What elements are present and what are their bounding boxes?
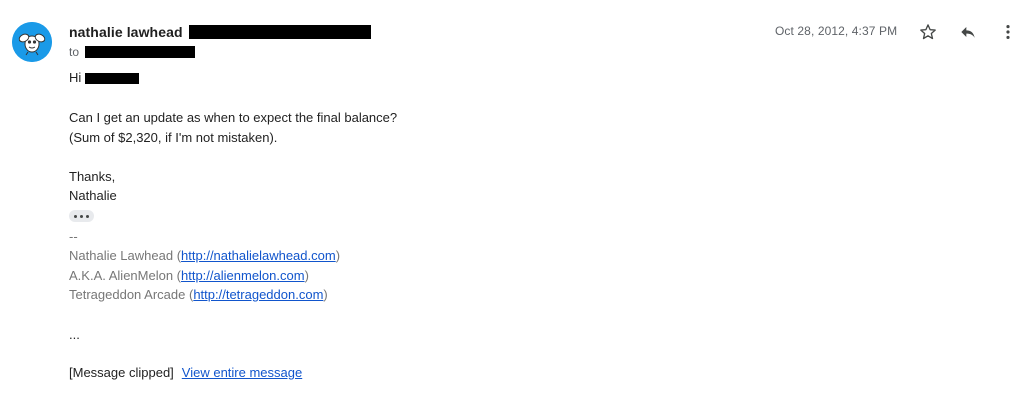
greeting: Hi [69, 70, 82, 85]
message-date: Oct 28, 2012, 4:37 PM [775, 24, 898, 38]
more-options-button[interactable] [996, 20, 1020, 44]
sender-name[interactable]: nathalie lawhead [69, 24, 183, 40]
signature-suffix: ) [323, 287, 328, 302]
signature-separator: -- [69, 229, 78, 244]
sender-line: nathalie lawhead [69, 23, 371, 41]
closing: Thanks, [69, 169, 116, 184]
reply-icon [961, 27, 975, 38]
redacted-recipient-name [85, 72, 140, 84]
email-message: nathalie lawhead to Oct 28, 2012, 4:37 P… [0, 0, 1032, 404]
body-line-1: Can I get an update as when to expect th… [69, 110, 398, 125]
view-entire-message-link[interactable]: View entire message [182, 365, 302, 380]
ellipsis-dot-icon [85, 214, 89, 218]
message-clipped-line: [Message clipped] View entire message [69, 365, 302, 381]
signature-line: A.K.A. AlienMelon (http://alienmelon.com… [69, 268, 309, 284]
signature-prefix: A.K.A. AlienMelon ( [69, 268, 181, 283]
trailing-ellipsis: ... [69, 327, 80, 342]
star-icon [920, 24, 936, 40]
ellipsis-dot-icon [74, 214, 78, 218]
signature-prefix: Nathalie Lawhead ( [69, 248, 182, 263]
signature-prefix: Tetrageddon Arcade ( [69, 287, 194, 302]
message-clipped-notice: [Message clipped] [69, 365, 174, 380]
redacted-sender-email [188, 25, 371, 39]
greeting-line: Hi [69, 70, 140, 86]
signature-suffix: ) [304, 268, 309, 283]
reply-button[interactable] [956, 20, 980, 44]
ellipsis-dot-icon [80, 214, 83, 218]
signature-link[interactable]: http://tetrageddon.com [193, 287, 323, 302]
more-vert-icon [1006, 25, 1010, 39]
avatar-creature-icon [12, 22, 52, 62]
recipient-line: to [69, 44, 196, 60]
signoff-name: Nathalie [69, 188, 117, 203]
sender-avatar[interactable] [12, 22, 52, 62]
body-line-2: (Sum of $2,320, if I'm not mistaken). [69, 130, 278, 145]
signature-link[interactable]: http://nathalielawhead.com [181, 248, 336, 263]
signature-link[interactable]: http://alienmelon.com [181, 268, 305, 283]
show-trimmed-content-button[interactable] [69, 210, 94, 222]
signature-suffix: ) [335, 248, 341, 263]
redacted-recipient[interactable] [85, 46, 196, 58]
signature-line: Nathalie Lawhead (http://nathalielawhead… [69, 248, 340, 264]
signature-line: Tetrageddon Arcade (http://tetrageddon.c… [69, 287, 328, 303]
to-label: to [69, 45, 80, 59]
star-button[interactable] [916, 20, 940, 44]
